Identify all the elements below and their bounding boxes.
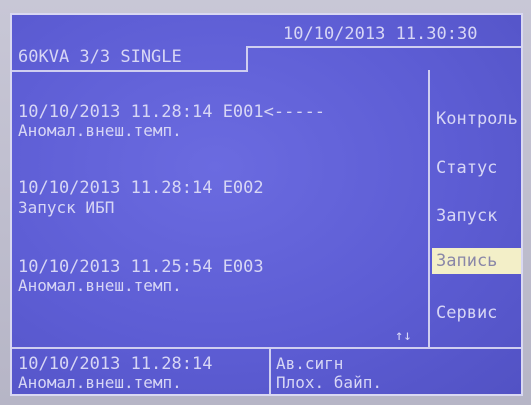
menu-item-log[interactable]: Запись <box>432 248 521 274</box>
menu-item-control[interactable]: Контроль <box>432 106 521 132</box>
footer-last-event-time: 10/10/2013 11.28:14 <box>18 354 213 374</box>
header-model: 60KVA 3/3 SINGLE <box>18 47 182 67</box>
footer-alarm-description: Плох. байп. <box>276 373 382 392</box>
footer-divider <box>12 347 521 349</box>
event-3-timestamp: 10/10/2013 11.25:54 E003 <box>18 257 264 277</box>
footer-split <box>269 348 271 394</box>
event-1-description: Аномал.внеш.темп. <box>18 121 182 140</box>
menu-item-start[interactable]: Запуск <box>432 203 521 229</box>
event-2-timestamp: 10/10/2013 11.28:14 E002 <box>18 178 264 198</box>
event-2-description: Запуск ИБП <box>18 198 115 217</box>
lcd-screen: 10/10/2013 11.30:30 60KVA 3/3 SINGLE 10/… <box>10 13 523 396</box>
event-1-timestamp: 10/10/2013 11.28:14 E001<----- <box>18 102 326 122</box>
header-step-horizontal <box>246 46 521 48</box>
menu-divider <box>428 70 430 348</box>
scroll-arrows-icon[interactable]: ↑↓ <box>395 328 412 344</box>
event-3-description: Аномал.внеш.темп. <box>18 276 182 295</box>
header-underline <box>12 70 248 72</box>
header-step-vertical <box>246 46 248 71</box>
menu-item-service[interactable]: Сервис <box>432 300 521 326</box>
menu-item-status[interactable]: Статус <box>432 155 521 181</box>
footer-alarm-label: Ав.сигн <box>276 354 344 373</box>
footer-last-event-description: Аномал.внеш.темп. <box>18 373 182 392</box>
header-datetime: 10/10/2013 11.30:30 <box>283 24 478 44</box>
